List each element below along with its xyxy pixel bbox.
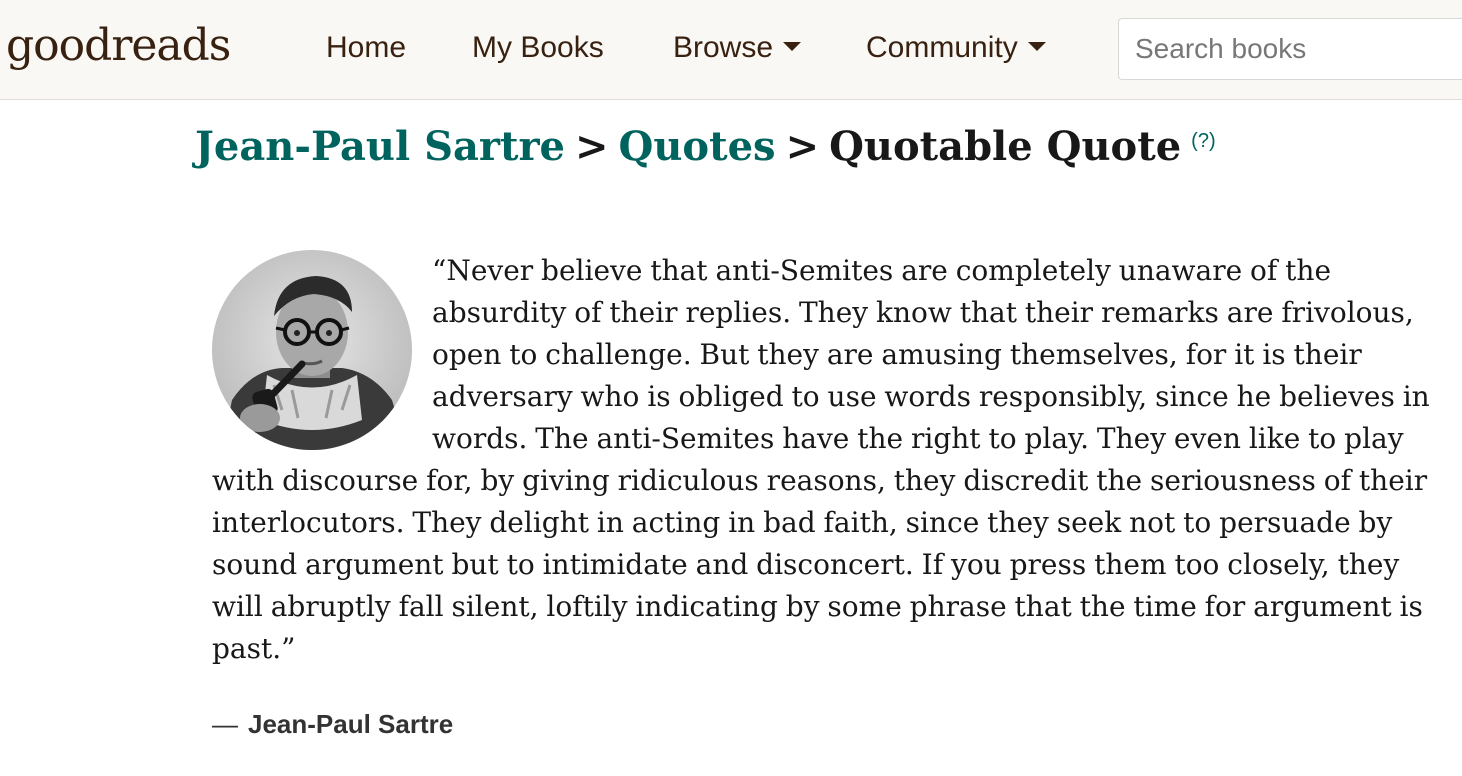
nav-home[interactable]: Home: [326, 28, 406, 68]
caret-down-icon: [783, 41, 802, 51]
breadcrumb-quotes-link[interactable]: Quotes: [619, 123, 776, 170]
help-link[interactable]: (?): [1191, 130, 1215, 152]
breadcrumb-separator: >: [785, 123, 820, 170]
nav-community-label: Community: [866, 31, 1018, 64]
quote-container: “Never believe that anti-Semites are com…: [212, 250, 1442, 670]
caret-down-icon: [1027, 41, 1046, 51]
breadcrumb: Jean-Paul Sartre > Quotes > Quotable Quote (?…: [195, 120, 1216, 174]
goodreads-logo[interactable]: goodreads: [6, 18, 231, 74]
page-title: Quotable Quote: [829, 123, 1182, 170]
nav-browse-label: Browse: [673, 31, 774, 64]
author-photo[interactable]: [212, 250, 412, 450]
search-input[interactable]: [1118, 18, 1462, 80]
breadcrumb-separator: >: [574, 123, 609, 170]
nav-my-books[interactable]: My Books: [472, 28, 604, 68]
quote-attribution: ― Jean-Paul Sartre: [212, 704, 453, 744]
attribution-dash: ―: [212, 709, 238, 739]
breadcrumb-author-link[interactable]: Jean-Paul Sartre: [195, 123, 565, 170]
site-header: goodreads Home My Books Browse Community: [0, 0, 1462, 100]
attribution-author-link[interactable]: Jean-Paul Sartre: [248, 709, 453, 739]
nav-community[interactable]: Community: [866, 28, 1046, 68]
nav-browse[interactable]: Browse: [673, 28, 802, 68]
